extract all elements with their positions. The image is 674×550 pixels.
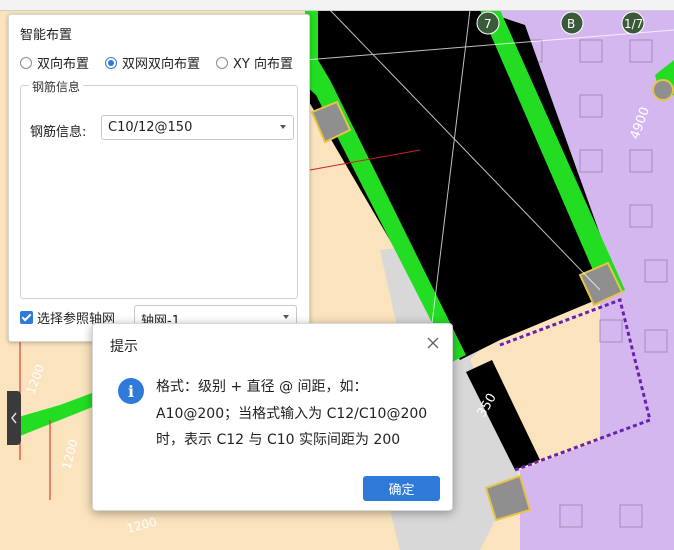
- radio-double-mesh-bidirectional[interactable]: 双网双向布置: [105, 53, 200, 72]
- hint-dialog: 提示 i 格式：级别 + 直径 @ 间距，如： A10@200；当格式输入为 C…: [92, 323, 453, 511]
- panel-title: 智能布置: [20, 28, 73, 43]
- top-toolbar-strip: [0, 0, 674, 11]
- chevron-down-icon: [280, 125, 286, 129]
- radio-label: 双向布置: [37, 57, 90, 72]
- radio-label: 双网双向布置: [122, 57, 201, 72]
- rebar-info-value: C10/12@150: [108, 120, 193, 135]
- chevron-down-icon: [283, 315, 289, 319]
- confirm-button[interactable]: 确定: [363, 476, 440, 501]
- dialog-message-line-3: 时，表示 C12 与 C10 实际间距为 200: [156, 432, 401, 448]
- smart-placement-panel: 智能布置 双向布置 双网双向布置 XY 向布置 钢筋信息 钢筋信息: C10/1…: [8, 14, 310, 342]
- dialog-message-line-1: 格式：级别 + 直径 @ 间距，如：: [156, 379, 368, 395]
- grid-label-b: B: [567, 17, 575, 31]
- rebar-info-group: 钢筋信息 钢筋信息: C10/12@150: [20, 78, 298, 299]
- radio-bidirectional[interactable]: 双向布置: [20, 53, 89, 72]
- radio-label: XY 向布置: [233, 57, 293, 72]
- radio-xy-direction[interactable]: XY 向布置: [216, 53, 293, 72]
- chevron-left-icon: [11, 412, 17, 424]
- checkbox-checked-icon: [20, 311, 33, 324]
- radio-indicator: [216, 56, 228, 69]
- radio-indicator-selected: [105, 56, 117, 69]
- info-icon: i: [118, 378, 144, 404]
- collapse-handle[interactable]: [7, 391, 21, 445]
- group-title: 钢筋信息: [29, 78, 84, 95]
- rebar-info-label: 钢筋信息:: [30, 125, 87, 140]
- grid-label-1-7: 1/7: [624, 17, 643, 31]
- rebar-info-select[interactable]: C10/12@150: [101, 115, 294, 140]
- radio-indicator: [20, 56, 32, 69]
- grid-label-7: 7: [484, 17, 492, 31]
- layout-mode-radio-group: 双向布置 双网双向布置 XY 向布置: [20, 53, 305, 73]
- dialog-title: 提示: [110, 339, 138, 355]
- close-icon[interactable]: [426, 336, 440, 350]
- dialog-message-line-2: A10@200；当格式输入为 C12/C10@200: [156, 406, 428, 422]
